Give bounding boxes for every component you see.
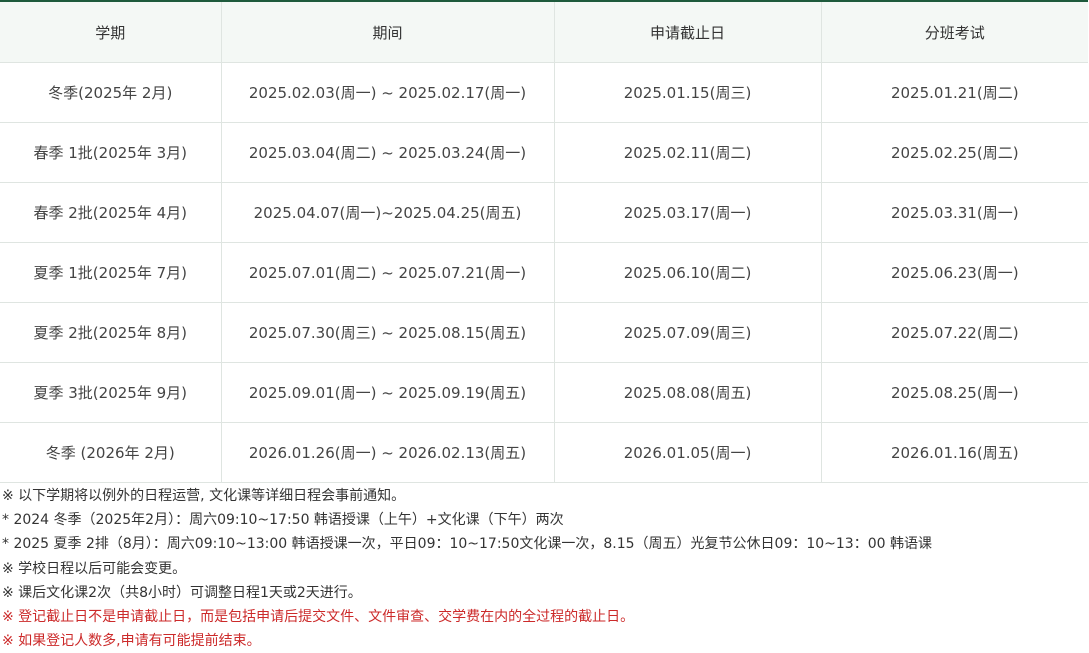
- deadline-cell: 2025.08.08(周五): [554, 362, 822, 423]
- table-row: 冬季(2025年 2月) 2025.02.03(周一) ~ 2025.02.17…: [0, 62, 1088, 123]
- note-culture-class: ※ 课后文化课2次（共8小时）可调整日程1天或2天进行。: [2, 584, 362, 601]
- placement-test-cell: 2025.06.23(周一): [821, 242, 1088, 303]
- deadline-cell: 2025.03.17(周一): [554, 182, 822, 243]
- header-period: 期间: [221, 1, 555, 63]
- period-cell: 2026.01.26(周一) ~ 2026.02.13(周五): [221, 422, 555, 483]
- term-cell: 夏季 1批(2025年 7月): [0, 242, 222, 303]
- placement-test-cell: 2025.02.25(周二): [821, 122, 1088, 183]
- note-winter-2024: * 2024 冬季（2025年2月）：周六09:10~17:50 韩语授课（上午…: [2, 512, 564, 529]
- header-application-deadline: 申请截止日: [554, 1, 822, 63]
- deadline-cell: 2025.01.15(周三): [554, 62, 822, 123]
- term-cell: 夏季 3批(2025年 9月): [0, 362, 222, 423]
- notes-list: ※ 以下学期将以例外的日程运营, 文化课等详细日程会事前通知。 * 2024 冬…: [0, 483, 1089, 653]
- deadline-cell: 2025.02.11(周二): [554, 122, 822, 183]
- period-cell: 2025.03.04(周二) ~ 2025.03.24(周一): [221, 122, 555, 183]
- term-cell: 夏季 2批(2025年 8月): [0, 302, 222, 363]
- note-summer-2025: * 2025 夏季 2排（8月）：周六09:10~13:00 韩语授课一次，平日…: [2, 536, 932, 553]
- header-term: 学期: [0, 1, 222, 63]
- table-row: 冬季 (2026年 2月) 2026.01.26(周一) ~ 2026.02.1…: [0, 422, 1088, 483]
- deadline-cell: 2026.01.05(周一): [554, 422, 822, 483]
- table-row: 夏季 2批(2025年 8月) 2025.07.30(周三) ~ 2025.08…: [0, 302, 1088, 363]
- header-placement-test: 分班考试: [821, 1, 1088, 63]
- term-cell: 冬季 (2026年 2月): [0, 422, 222, 483]
- table-header-row: 学期 期间 申请截止日 分班考试: [0, 1, 1088, 63]
- note-schedule-change: ※ 学校日程以后可能会变更。: [2, 560, 187, 577]
- note-early-close-warning: ※ 如果登记人数多,申请有可能提前结束。: [2, 633, 261, 650]
- period-cell: 2025.04.07(周一)~2025.04.25(周五): [221, 182, 555, 243]
- term-cell: 春季 1批(2025年 3月): [0, 122, 222, 183]
- period-cell: 2025.07.01(周二) ~ 2025.07.21(周一): [221, 242, 555, 303]
- period-cell: 2025.02.03(周一) ~ 2025.02.17(周一): [221, 62, 555, 123]
- table-row: 春季 1批(2025年 3月) 2025.03.04(周二) ~ 2025.03…: [0, 122, 1088, 183]
- schedule-table: 学期 期间 申请截止日 分班考试 冬季(2025年 2月) 2025.02.03…: [0, 0, 1088, 483]
- table-row: 夏季 3批(2025年 9月) 2025.09.01(周一) ~ 2025.09…: [0, 362, 1088, 423]
- period-cell: 2025.07.30(周三) ~ 2025.08.15(周五): [221, 302, 555, 363]
- term-cell: 春季 2批(2025年 4月): [0, 182, 222, 243]
- placement-test-cell: 2025.01.21(周二): [821, 62, 1088, 123]
- period-cell: 2025.09.01(周一) ~ 2025.09.19(周五): [221, 362, 555, 423]
- deadline-cell: 2025.07.09(周三): [554, 302, 822, 363]
- placement-test-cell: 2025.08.25(周一): [821, 362, 1088, 423]
- note-exception-schedule: ※ 以下学期将以例外的日程运营, 文化课等详细日程会事前通知。: [2, 488, 406, 504]
- term-cell: 冬季(2025年 2月): [0, 62, 222, 123]
- placement-test-cell: 2025.03.31(周一): [821, 182, 1088, 243]
- deadline-cell: 2025.06.10(周二): [554, 242, 822, 303]
- table-row: 春季 2批(2025年 4月) 2025.04.07(周一)~2025.04.2…: [0, 182, 1088, 243]
- placement-test-cell: 2025.07.22(周二): [821, 302, 1088, 363]
- placement-test-cell: 2026.01.16(周五): [821, 422, 1088, 483]
- note-deadline-warning: ※ 登记截止日不是申请截止日，而是包括申请后提交文件、文件审查、交学费在内的全过…: [2, 608, 635, 625]
- table-row: 夏季 1批(2025年 7月) 2025.07.01(周二) ~ 2025.07…: [0, 242, 1088, 303]
